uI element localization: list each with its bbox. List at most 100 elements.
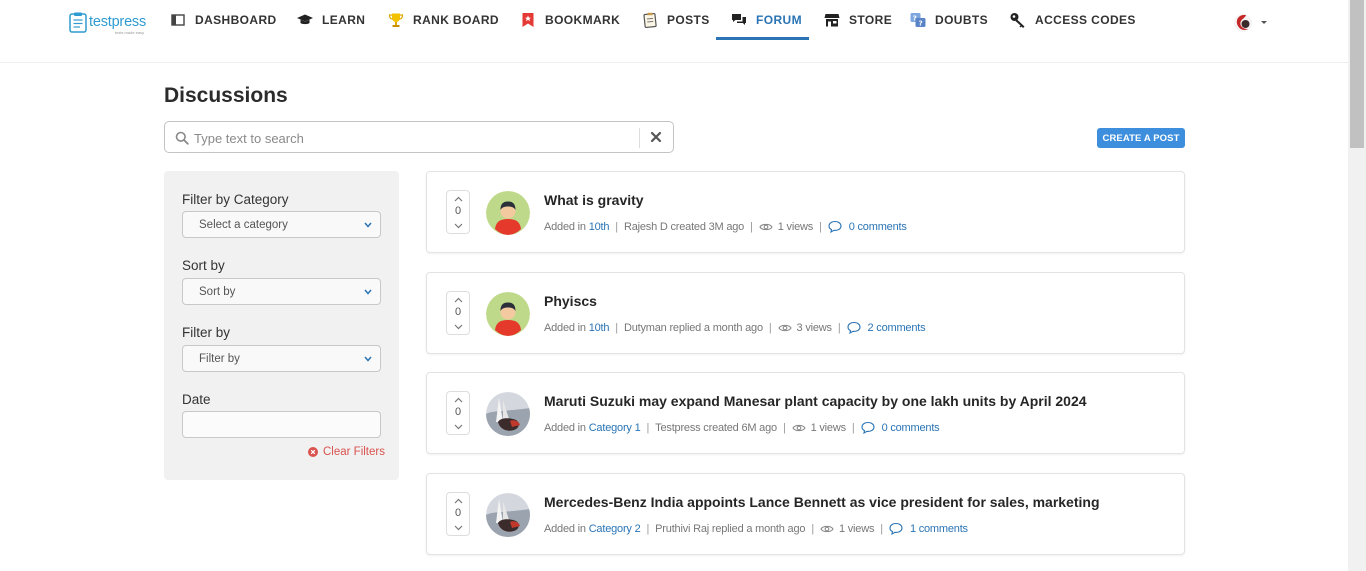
- upvote-icon[interactable]: [454, 397, 463, 403]
- post-meta: Added in 10th | Rajesh D created 3M ago …: [544, 220, 907, 233]
- eye-icon: [777, 324, 792, 331]
- meta-separator: |: [750, 220, 753, 233]
- chevron-down-icon: [364, 222, 372, 228]
- nav-item-doubts[interactable]: ?? DOUBTS: [910, 0, 988, 40]
- meta-separator: |: [615, 220, 618, 233]
- eye-icon: [759, 223, 773, 230]
- upvote-icon[interactable]: [454, 297, 463, 303]
- date-field[interactable]: [182, 411, 381, 438]
- post-category-link[interactable]: 10th: [589, 221, 610, 233]
- nav-item-bookmark[interactable]: BOOKMARK: [520, 0, 620, 40]
- category-select[interactable]: Select a category: [182, 211, 381, 238]
- vote-count: 0: [454, 406, 462, 418]
- clipboard-logo-icon: [69, 12, 87, 33]
- search-icon: [175, 131, 189, 145]
- post-category-link[interactable]: Category 1: [589, 422, 641, 434]
- post-meta: Added in Category 1 | Testpress created …: [544, 421, 940, 434]
- default-avatar-icon: [486, 292, 530, 336]
- nav-item-posts[interactable]: POSTS: [642, 0, 710, 40]
- dashboard-icon: [171, 14, 185, 26]
- nav-item-forum[interactable]: FORUM: [731, 0, 802, 40]
- nav-item-access-codes[interactable]: ACCESS CODES: [1010, 0, 1136, 40]
- meta-separator: |: [768, 321, 772, 334]
- create-post-button[interactable]: CREATE A POST: [1097, 128, 1185, 148]
- vote-widget: 0: [446, 391, 470, 435]
- post-card[interactable]: 0 What is gravity Added in 10th | Rajesh…: [426, 171, 1185, 253]
- comment-icon: [889, 522, 903, 535]
- upvote-icon[interactable]: [454, 498, 463, 504]
- post-card[interactable]: 0 Phyiscs Added in 10th | Dutyman replie…: [426, 272, 1185, 354]
- svg-text:?: ?: [919, 20, 923, 28]
- post-comments-link[interactable]: 0 comments: [882, 422, 940, 434]
- chevron-down-icon: [364, 356, 372, 362]
- downvote-icon[interactable]: [454, 223, 463, 229]
- top-navbar: testpress tests made easy DASHBOARD LEAR…: [0, 0, 1348, 63]
- post-comments-link[interactable]: 1 comments: [910, 523, 968, 535]
- added-in-text: Added in: [544, 321, 586, 334]
- search-input[interactable]: [194, 128, 634, 148]
- search-divider: [639, 128, 640, 148]
- eye-icon: [791, 424, 806, 431]
- nav-label-store: STORE: [849, 13, 893, 27]
- post-views: 1 views: [810, 421, 846, 434]
- vote-count: 0: [454, 205, 462, 217]
- post-card[interactable]: 0 Maruti Suzuki may expand Manesar plant…: [426, 372, 1185, 454]
- clear-filters-label: Clear Filters: [323, 446, 385, 458]
- page-title: Discussions: [164, 84, 288, 107]
- filter-category-label: Filter by Category: [182, 192, 289, 207]
- nav-item-rank-board[interactable]: RANK BOARD: [388, 0, 499, 40]
- sort-by-select[interactable]: Sort by: [182, 278, 381, 305]
- filter-by-select-value: Filter by: [199, 353, 240, 365]
- brand-tagline: tests made easy: [115, 30, 145, 35]
- filter-by-label: Filter by: [182, 325, 231, 340]
- nav-item-dashboard[interactable]: DASHBOARD: [170, 0, 277, 40]
- graduation-cap-icon: [297, 14, 313, 25]
- nav-label-learn: LEARN: [322, 13, 366, 27]
- clear-search-icon[interactable]: [649, 130, 663, 144]
- page-scrollbar[interactable]: [1348, 0, 1366, 571]
- post-card[interactable]: 0 Mercedes-Benz India appoints Lance Ben…: [426, 473, 1185, 555]
- chevron-down-icon: [364, 289, 372, 295]
- brand-logo[interactable]: testpress tests made easy: [69, 12, 149, 36]
- vote-widget: 0: [446, 291, 470, 335]
- meta-separator: |: [819, 220, 822, 233]
- post-title[interactable]: What is gravity: [544, 192, 644, 208]
- nav-item-learn[interactable]: LEARN: [297, 0, 365, 40]
- vote-count: 0: [454, 507, 462, 519]
- filter-by-select[interactable]: Filter by: [182, 345, 381, 372]
- post-comments-link[interactable]: 2 comments: [868, 322, 926, 334]
- downvote-icon[interactable]: [454, 424, 463, 430]
- post-category-link[interactable]: 10th: [589, 322, 610, 334]
- photo-avatar-icon: [486, 392, 530, 436]
- post-views: 1 views: [838, 522, 875, 535]
- nav-label-rank-board: RANK BOARD: [413, 13, 499, 27]
- post-activity: Pruthivi Raj replied a month ago: [655, 522, 806, 535]
- post-title[interactable]: Mercedes-Benz India appoints Lance Benne…: [544, 494, 1100, 510]
- bookmark-icon: [522, 13, 534, 27]
- scrollbar-thumb[interactable]: [1350, 0, 1364, 148]
- profile-menu[interactable]: [1233, 13, 1273, 33]
- vote-widget: 0: [446, 190, 470, 234]
- clear-filters-link[interactable]: Clear Filters: [308, 446, 385, 458]
- nav-item-store[interactable]: STORE: [824, 0, 892, 40]
- post-category-link[interactable]: Category 2: [589, 523, 641, 535]
- meta-separator: |: [646, 522, 650, 535]
- clear-circle-icon: [308, 447, 318, 457]
- store-icon: [824, 14, 840, 27]
- post-title[interactable]: Phyiscs: [544, 293, 597, 309]
- active-tab-indicator: [716, 37, 809, 40]
- trophy-icon: [388, 13, 404, 27]
- post-activity: Testpress created 6M ago: [655, 421, 777, 434]
- key-icon: [1010, 13, 1025, 28]
- chevron-down-icon: [1261, 21, 1267, 24]
- post-comments-link[interactable]: 0 comments: [849, 221, 907, 233]
- upvote-icon[interactable]: [454, 196, 463, 202]
- photo-avatar-icon: [486, 493, 530, 537]
- meta-separator: |: [615, 321, 618, 334]
- post-meta: Added in Category 2 | Pruthivi Raj repli…: [544, 522, 968, 535]
- post-title[interactable]: Maruti Suzuki may expand Manesar plant c…: [544, 393, 1087, 409]
- downvote-icon[interactable]: [454, 324, 463, 330]
- added-in-text: Added in: [544, 522, 586, 535]
- downvote-icon[interactable]: [454, 525, 463, 531]
- eye-icon: [820, 525, 834, 532]
